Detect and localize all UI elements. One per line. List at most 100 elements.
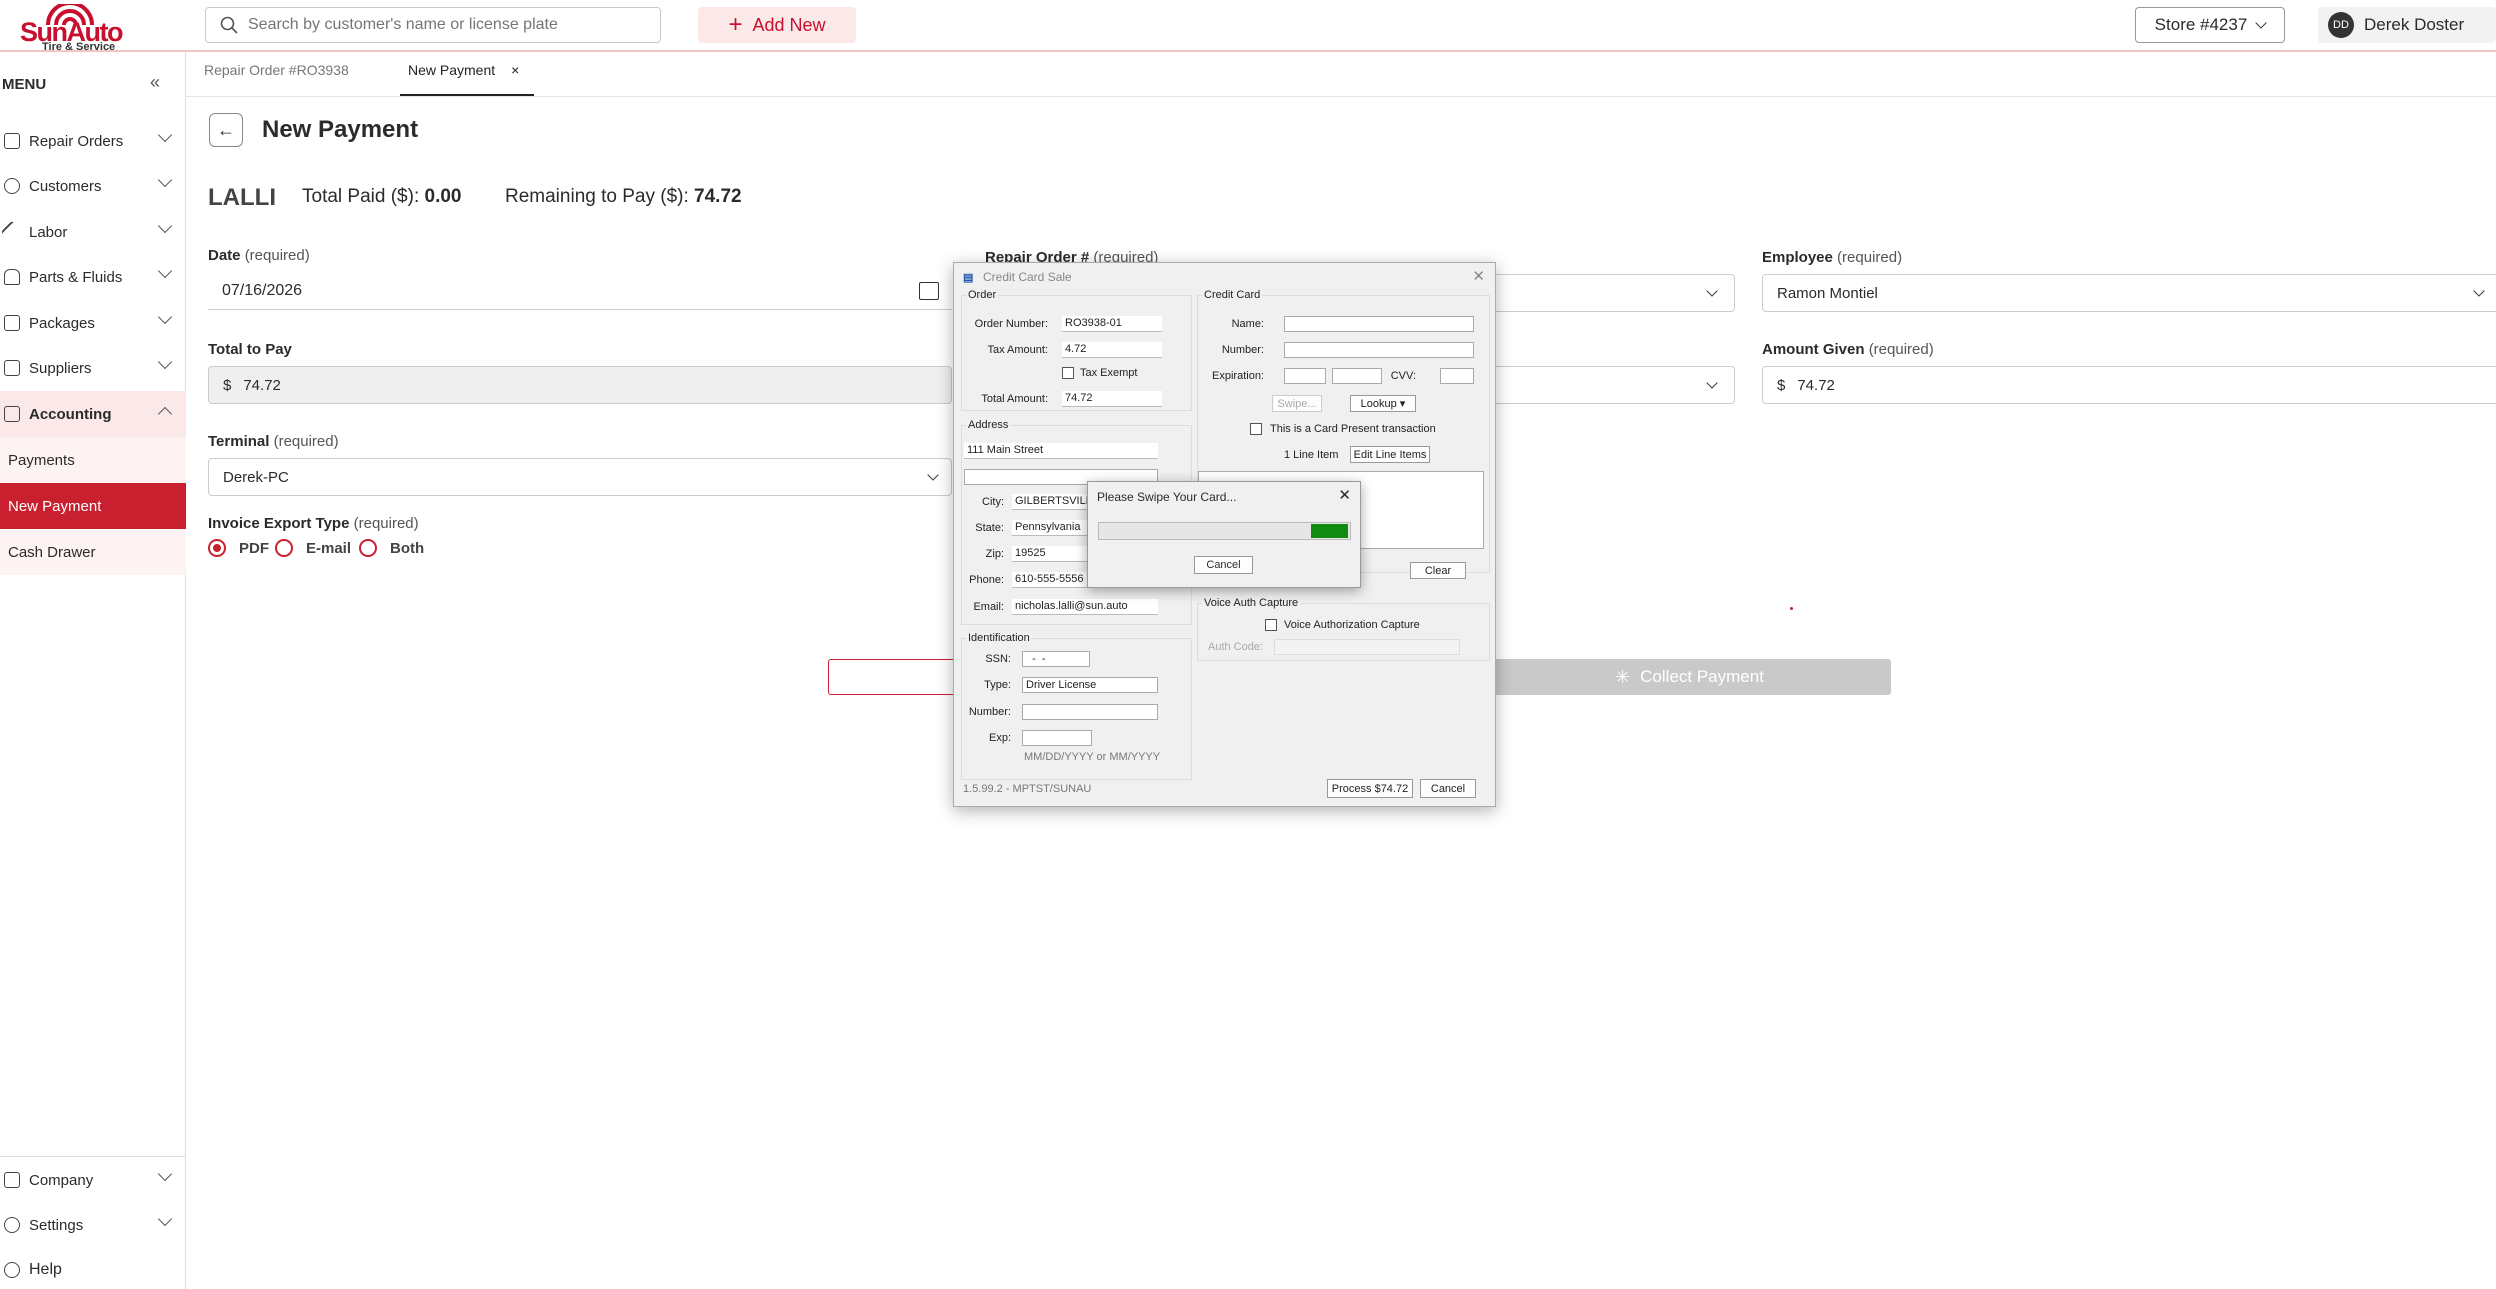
- sidebar-item-parts-fluids[interactable]: Parts & Fluids: [0, 254, 186, 300]
- terminal-label: Terminal (required): [208, 433, 339, 450]
- sidebar-subitem-new-payment[interactable]: New Payment: [0, 483, 186, 529]
- radio-email[interactable]: [275, 539, 293, 557]
- employee-select[interactable]: Ramon Montiel: [1762, 274, 2496, 312]
- email-field[interactable]: nicholas.lalli@sun.auto: [1012, 599, 1158, 615]
- employee-label: Employee (required): [1762, 249, 1903, 266]
- tab-repair-order[interactable]: Repair Order #RO3938: [196, 62, 357, 96]
- payment-method-select[interactable]: [1480, 366, 1735, 404]
- lookup-button[interactable]: Lookup ▾: [1350, 395, 1416, 412]
- sidebar-item-suppliers[interactable]: Suppliers: [0, 345, 186, 391]
- sidebar-item-packages[interactable]: Packages: [0, 300, 186, 346]
- state-field[interactable]: Pennsylvania: [1012, 520, 1087, 536]
- sidebar-item-accounting[interactable]: Accounting: [0, 391, 186, 437]
- stray-dot: [1790, 607, 1793, 610]
- swipe-cancel-button[interactable]: Cancel: [1194, 556, 1253, 574]
- user-menu[interactable]: DD Derek Doster: [2318, 7, 2496, 43]
- id-number-field[interactable]: [1022, 704, 1158, 720]
- avatar: DD: [2328, 12, 2354, 38]
- add-new-button[interactable]: + Add New: [698, 7, 856, 43]
- store-label: Store #4237: [2154, 15, 2248, 34]
- card-number-field[interactable]: [1284, 342, 1474, 358]
- auth-code-field[interactable]: [1274, 639, 1460, 655]
- type-select[interactable]: Driver License: [1022, 677, 1158, 693]
- chevron-down-icon: [157, 172, 173, 188]
- zip-field[interactable]: 19525: [1012, 546, 1087, 562]
- version-text: 1.5.99.2 - MPTST/SUNAU: [963, 783, 1092, 795]
- cvv-label: CVV:: [1390, 370, 1416, 382]
- sidebar-item-customers[interactable]: Customers: [0, 163, 186, 209]
- sidebar-item-labor[interactable]: Labor: [0, 209, 186, 255]
- sunauto-logo[interactable]: SunAuto Tire & Service: [18, 4, 123, 53]
- chevron-down-icon: [157, 1166, 173, 1182]
- exp-month-select[interactable]: [1284, 368, 1326, 384]
- clear-button[interactable]: Clear: [1410, 562, 1466, 579]
- sidebar-item-company[interactable]: Company: [0, 1157, 186, 1203]
- tax-amount-field[interactable]: 4.72: [1062, 342, 1162, 358]
- cancel-button[interactable]: Cancel: [1420, 779, 1476, 798]
- tax-exempt-checkbox[interactable]: [1062, 367, 1074, 379]
- tab-new-payment[interactable]: New Payment ×: [400, 62, 534, 96]
- order-number-field[interactable]: RO3938-01: [1062, 316, 1162, 332]
- email-label: Email:: [973, 601, 1004, 613]
- search-input[interactable]: [248, 16, 648, 34]
- amount-given-value: 74.72: [1797, 376, 1835, 394]
- close-icon[interactable]: ✕: [1472, 267, 1485, 285]
- radio-email-label: E-mail: [306, 540, 352, 557]
- sidebar-item-label: Settings: [29, 1216, 84, 1234]
- date-field[interactable]: 07/16/2026: [208, 272, 952, 310]
- close-icon[interactable]: ×: [511, 62, 519, 78]
- phone-label: Phone:: [969, 574, 1004, 586]
- sidebar-item-help[interactable]: Help: [0, 1247, 186, 1289]
- sidebar-subitem-payments[interactable]: Payments: [0, 437, 186, 483]
- sidebar-item-settings[interactable]: Settings: [0, 1202, 186, 1248]
- voice-auth-checkbox[interactable]: [1265, 619, 1277, 631]
- radio-both[interactable]: [359, 539, 377, 557]
- amount-given-field[interactable]: $74.72: [1762, 366, 2496, 404]
- process-button[interactable]: Process $74.72: [1327, 779, 1413, 798]
- voice-auth-label: Voice Authorization Capture: [1284, 619, 1420, 631]
- secondary-button[interactable]: [828, 659, 958, 695]
- card-present-label: This is a Card Present transaction: [1270, 423, 1436, 435]
- edit-line-items-button[interactable]: Edit Line Items: [1350, 446, 1430, 463]
- sidebar-item-repair-orders[interactable]: Repair Orders: [0, 118, 186, 164]
- chevron-down-icon: [157, 127, 173, 143]
- radio-pdf[interactable]: [208, 539, 226, 557]
- exp-label: Exp:: [988, 732, 1011, 744]
- ssn-label: SSN:: [985, 653, 1011, 665]
- terminal-select[interactable]: Derek-PC: [208, 458, 952, 496]
- help-icon: [4, 1262, 20, 1278]
- gear-icon: [4, 1217, 20, 1233]
- city-field[interactable]: GILBERTSVILLE: [1012, 494, 1087, 510]
- back-button[interactable]: ←: [209, 113, 243, 147]
- page-title: New Payment: [262, 116, 419, 143]
- store-selector[interactable]: Store #4237: [2135, 7, 2285, 43]
- card-name-field[interactable]: [1284, 316, 1474, 332]
- employee-value: Ramon Montiel: [1777, 284, 1878, 302]
- search-box[interactable]: [205, 7, 661, 43]
- radio-both-label: Both: [390, 540, 425, 557]
- sidebar-subitem-cash-drawer[interactable]: Cash Drawer: [0, 529, 186, 575]
- calendar-icon[interactable]: [919, 282, 939, 300]
- card-present-checkbox[interactable]: [1250, 423, 1262, 435]
- swipe-progress-bar: [1098, 522, 1351, 540]
- repair-order-select[interactable]: [1480, 274, 1735, 312]
- close-icon[interactable]: ✕: [1338, 486, 1351, 504]
- total-amount-field[interactable]: 74.72: [1062, 391, 1162, 407]
- swipe-button[interactable]: Swipe...: [1272, 395, 1322, 412]
- exp-year-select[interactable]: [1332, 368, 1382, 384]
- collect-payment-button[interactable]: ✳ Collect Payment: [1488, 659, 1891, 695]
- user-name: Derek Doster: [2364, 15, 2465, 34]
- total-to-pay-field: $74.72: [208, 366, 952, 404]
- chevron-down-icon: [2255, 17, 2267, 29]
- sidebar-item-label: Parts & Fluids: [29, 268, 123, 286]
- ssn-field[interactable]: - -: [1022, 651, 1090, 667]
- exp-field[interactable]: [1022, 730, 1092, 746]
- collapse-icon[interactable]: «: [150, 72, 160, 93]
- sidebar-item-label: Customers: [29, 177, 102, 195]
- arrow-left-icon: ←: [217, 119, 235, 140]
- cvv-field[interactable]: [1440, 368, 1474, 384]
- card-number-label: Number:: [1221, 344, 1264, 356]
- group-title: Address: [966, 419, 1011, 431]
- receipt-icon: [4, 406, 20, 422]
- street-field[interactable]: 111 Main Street: [964, 443, 1158, 459]
